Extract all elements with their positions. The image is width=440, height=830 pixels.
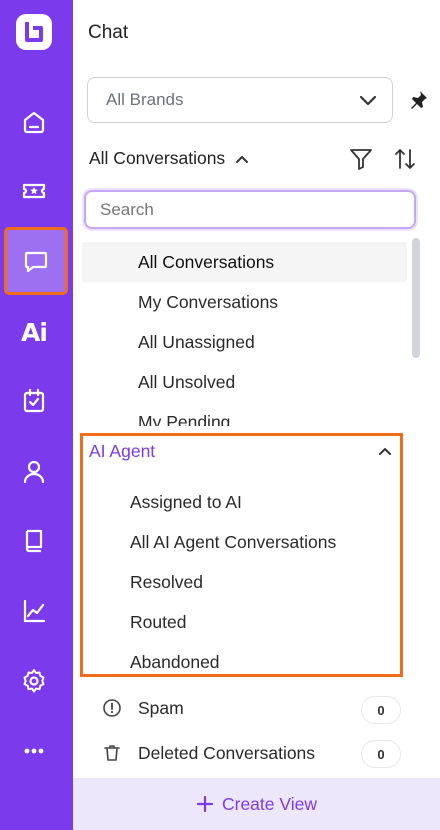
list-item[interactable]: Abandoned [83, 642, 400, 682]
list-item[interactable]: My Conversations [82, 282, 407, 322]
pin-icon[interactable] [406, 88, 430, 112]
filter-icon[interactable] [348, 147, 374, 171]
ai-agent-section: AI Agent Assigned to AI All AI Agent Con… [80, 433, 403, 677]
chevron-down-icon [359, 95, 377, 106]
search-input[interactable] [100, 199, 400, 220]
deleted-conversations-item[interactable]: Deleted Conversations [102, 739, 402, 767]
list-item[interactable]: Assigned to AI [83, 482, 400, 522]
ai-agent-list: Assigned to AI All AI Agent Conversation… [83, 482, 400, 682]
settings-icon[interactable] [10, 657, 58, 705]
deleted-conversations-label: Deleted Conversations [138, 742, 316, 763]
spam-label: Spam [138, 697, 184, 718]
list-item[interactable]: My Pending [82, 402, 407, 427]
trash-icon [104, 745, 120, 761]
ai-icon[interactable]: Ai [10, 308, 58, 356]
chevron-up-icon[interactable] [378, 446, 392, 456]
calendar-check-icon[interactable] [10, 377, 58, 425]
list-item[interactable]: Routed [83, 602, 400, 642]
chat-panel: Chat All Brands All Conversations All Co… [73, 0, 440, 830]
conversation-view-label: All Conversations [89, 148, 226, 168]
create-view-label: Create View [221, 793, 317, 814]
alert-circle-icon [103, 699, 121, 717]
conversation-view-toggle[interactable]: All Conversations [89, 148, 249, 169]
list-item[interactable]: Resolved [83, 562, 400, 602]
list-item[interactable]: All Conversations [82, 242, 407, 282]
plus-icon [196, 795, 214, 813]
chevron-up-icon [236, 155, 249, 163]
left-nav-rail: Ai [0, 0, 73, 830]
brand-select[interactable]: All Brands [87, 77, 393, 123]
more-icon[interactable] [10, 727, 58, 775]
sort-icon[interactable] [393, 146, 417, 172]
create-view-button[interactable]: Create View [73, 778, 440, 830]
spam-count-badge: 0 [361, 696, 401, 724]
chat-icon[interactable] [4, 227, 68, 295]
list-item[interactable]: All AI Agent Conversations [83, 522, 400, 562]
home-icon[interactable] [10, 98, 58, 146]
ticket-icon[interactable] [10, 167, 58, 215]
ai-label: Ai [21, 317, 48, 347]
list-item[interactable]: All Unassigned [82, 322, 407, 362]
chart-icon[interactable] [10, 587, 58, 635]
scrollbar[interactable] [412, 238, 420, 358]
page-title: Chat [88, 22, 129, 43]
search-field[interactable] [84, 190, 416, 229]
spam-item[interactable]: Spam [102, 694, 402, 722]
views-list: All Conversations My Conversations All U… [82, 242, 407, 426]
brand-select-value: All Brands [106, 90, 184, 109]
ai-agent-section-title[interactable]: AI Agent [89, 441, 155, 462]
user-icon[interactable] [10, 447, 58, 495]
book-icon[interactable] [10, 516, 58, 564]
app-logo-icon[interactable] [14, 12, 54, 52]
conversation-views-dropdown: All Conversations My Conversations All U… [80, 182, 428, 682]
deleted-count-badge: 0 [361, 740, 401, 768]
list-item[interactable]: All Unsolved [82, 362, 407, 402]
